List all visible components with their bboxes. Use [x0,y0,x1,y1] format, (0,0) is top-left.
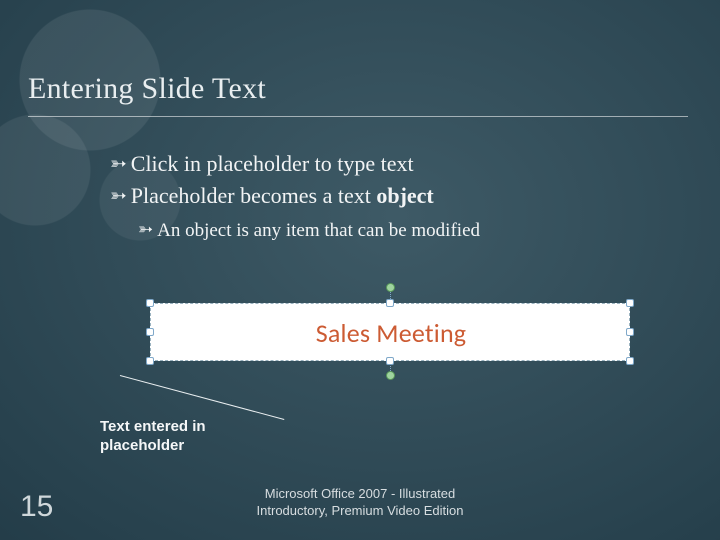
placeholder-text: Sales Meeting [151,304,631,362]
bullet-item-2: ➳Placeholder becomes a text object [110,180,650,212]
bullet-item-1-text: Click in placeholder to type text [131,151,414,176]
title-rule [28,116,688,117]
bullet-item-1: ➳Click in placeholder to type text [110,148,650,180]
resize-handle-icon [626,357,634,365]
sub-bullet-list: ➳An object is any item that can be modif… [138,218,668,245]
slide-title: Entering Slide Text [28,72,688,106]
resize-handle-icon [626,328,634,336]
bullet-glyph: ➳ [138,217,153,242]
bullet-list: ➳Click in placeholder to type text ➳Plac… [110,148,650,212]
footer: Microsoft Office 2007 - Illustrated Intr… [0,486,720,520]
bullet-glyph: ➳ [110,182,127,211]
sub-bullet-item-1: ➳An object is any item that can be modif… [138,218,668,245]
resize-handle-icon [626,299,634,307]
bottom-handle-icon [386,371,395,380]
resize-handle-icon [386,299,394,307]
placeholder-illustration: Sales Meeting [150,285,630,380]
resize-handle-icon [146,357,154,365]
bullet-item-2-text-b: object [376,183,433,208]
sub-bullet-item-1-text: An object is any item that can be modifi… [157,220,480,241]
placeholder-box: Sales Meeting [150,303,630,361]
resize-handle-icon [146,299,154,307]
resize-handle-icon [146,328,154,336]
rotate-handle-icon [386,283,395,292]
callout-line [120,375,284,420]
callout-label: Text entered in placeholder [100,418,270,456]
slide-canvas: Entering Slide Text ➳Click in placeholde… [0,0,720,540]
bullet-item-2-text-a: Placeholder becomes a text [131,183,377,208]
footer-line-2: Introductory, Premium Video Edition [257,503,464,518]
footer-line-1: Microsoft Office 2007 - Illustrated [265,486,456,501]
resize-handle-icon [386,357,394,365]
bullet-glyph: ➳ [110,150,127,179]
title-block: Entering Slide Text [28,72,688,117]
